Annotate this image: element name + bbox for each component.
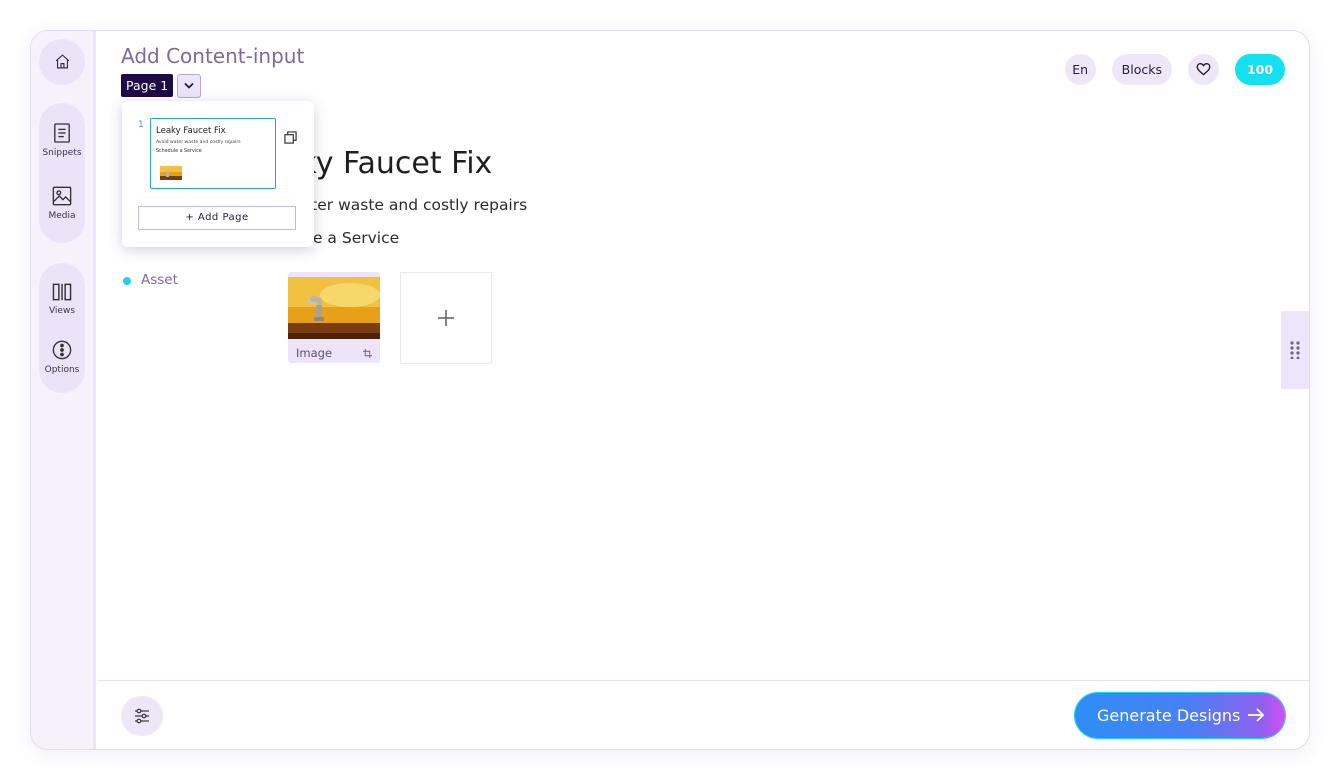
faucet-image (288, 277, 380, 339)
columns-icon (52, 283, 72, 301)
main-content: Add Content-input Page 1 En Blocks 100 a… (97, 31, 1309, 681)
footer-bar: Generate Designs (97, 680, 1309, 749)
options-button[interactable]: Options (39, 340, 85, 375)
options-icon (52, 340, 72, 360)
page-title: Add Content-input (121, 44, 305, 68)
home-pill (39, 39, 85, 85)
settings-button[interactable] (121, 696, 163, 736)
thumb-subtitle: Avoid water waste and costly repairs (156, 140, 241, 145)
generate-designs-label: Generate Designs (1097, 706, 1241, 725)
document-icon (54, 123, 70, 143)
content-pill: Snippets Media (39, 103, 85, 243)
generate-designs-button[interactable]: Generate Designs (1075, 693, 1285, 738)
duplicate-page-icon[interactable] (284, 131, 297, 144)
blocks-button[interactable]: Blocks (1111, 54, 1172, 85)
thumb-cta: Schedule a Service (156, 149, 202, 154)
heart-icon (1196, 62, 1211, 76)
credits-badge[interactable]: 100 (1235, 54, 1285, 85)
drag-handle[interactable] (1281, 311, 1309, 389)
chevron-down-icon (184, 82, 194, 89)
add-page-button[interactable]: + Add Page (138, 206, 296, 230)
top-toolbar: En Blocks 100 (1064, 54, 1285, 85)
home-button[interactable] (39, 53, 85, 70)
left-sidebar: Snippets Media Views Options (31, 31, 96, 749)
arrow-right-icon (1248, 708, 1265, 722)
asset-label: Asset (141, 272, 178, 288)
home-icon (55, 54, 69, 69)
thumb-image (160, 166, 182, 180)
thumb-title: Leaky Faucet Fix (156, 126, 226, 136)
add-asset-button[interactable] (400, 272, 492, 364)
snippets-label: Snippets (42, 148, 82, 158)
page-selector-badge[interactable]: Page 1 (121, 74, 174, 97)
crop-icon[interactable] (363, 349, 372, 358)
sliders-icon (135, 708, 149, 724)
plus-icon (438, 310, 454, 326)
page-number: 1 (138, 120, 144, 130)
asset-caption: Image (296, 346, 333, 360)
content-subtitle[interactable]: water waste and costly repairs (289, 196, 527, 214)
image-icon (52, 186, 72, 206)
asset-indicator-dot (123, 277, 131, 285)
view-pill: Views Options (39, 263, 85, 393)
favorite-button[interactable] (1188, 54, 1219, 85)
drag-dots-icon (1290, 341, 1300, 359)
media-button[interactable]: Media (39, 186, 85, 221)
views-button[interactable]: Views (39, 283, 85, 316)
image-asset-card[interactable]: Image (288, 272, 380, 363)
media-label: Media (48, 211, 76, 221)
pages-popover: 1 Leaky Faucet Fix Avoid water waste and… (122, 101, 314, 247)
app-frame: Snippets Media Views Options Add Content… (30, 30, 1310, 750)
page-dropdown-button[interactable] (177, 74, 201, 98)
views-label: Views (48, 306, 76, 316)
language-button[interactable]: En (1064, 54, 1096, 85)
options-label: Options (44, 365, 80, 375)
snippets-button[interactable]: Snippets (39, 123, 85, 158)
page-thumbnail[interactable]: Leaky Faucet Fix Avoid water waste and c… (150, 118, 276, 189)
